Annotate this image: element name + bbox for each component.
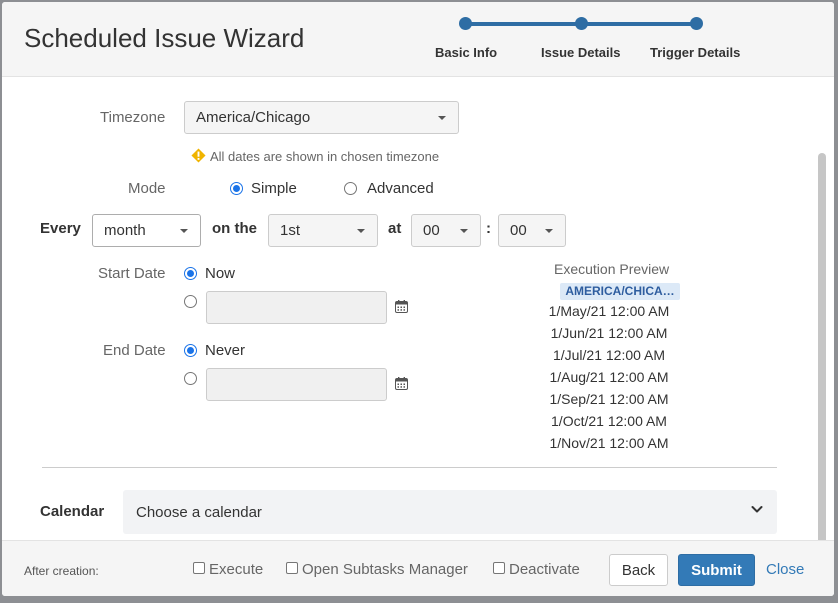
timezone-label: Timezone bbox=[100, 109, 166, 126]
preview-item: 1/Sep/21 12:00 AM bbox=[549, 391, 669, 407]
on-the-label: on the bbox=[212, 220, 257, 237]
chevron-down-icon bbox=[545, 228, 553, 233]
period-select[interactable]: month bbox=[92, 214, 201, 247]
preview-item: 1/May/21 12:00 AM bbox=[548, 303, 670, 319]
start-custom-radio[interactable] bbox=[184, 295, 197, 308]
end-never-label[interactable]: Never bbox=[205, 342, 245, 359]
calendar-icon[interactable] bbox=[395, 300, 408, 313]
day-value: 1st bbox=[280, 222, 301, 239]
preview-item: 1/Jul/21 12:00 AM bbox=[552, 347, 666, 363]
chevron-down-icon bbox=[751, 506, 763, 513]
timezone-select[interactable]: America/Chicago bbox=[184, 101, 459, 134]
preview-item: 1/Oct/21 12:00 AM bbox=[551, 413, 667, 429]
mode-simple-label[interactable]: Simple bbox=[251, 180, 297, 197]
chevron-down-icon bbox=[460, 228, 468, 233]
content-scrollbar[interactable] bbox=[818, 153, 826, 545]
wizard-step-dot-trigger-details[interactable] bbox=[690, 17, 703, 30]
mode-simple-radio[interactable] bbox=[230, 182, 243, 195]
hour-value: 00 bbox=[423, 222, 440, 239]
timezone-value: America/Chicago bbox=[196, 109, 311, 126]
wizard-step-dot-basic-info[interactable] bbox=[459, 17, 472, 30]
end-date-input[interactable] bbox=[206, 368, 387, 401]
wizard-step-trigger-details[interactable]: Trigger Details bbox=[650, 45, 740, 60]
deactivate-label[interactable]: Deactivate bbox=[509, 561, 580, 578]
end-never-radio[interactable] bbox=[184, 344, 197, 357]
chevron-down-icon bbox=[180, 228, 188, 233]
mode-advanced-radio[interactable] bbox=[344, 182, 357, 195]
timezone-note: All dates are shown in chosen timezone bbox=[210, 149, 440, 164]
every-label: Every bbox=[40, 220, 81, 237]
period-value: month bbox=[104, 222, 146, 239]
wizard-step-issue-details[interactable]: Issue Details bbox=[541, 45, 621, 60]
day-select[interactable]: 1st bbox=[268, 214, 378, 247]
open-subtasks-manager-checkbox[interactable] bbox=[286, 562, 298, 574]
start-now-label[interactable]: Now bbox=[205, 265, 235, 282]
section-divider bbox=[42, 467, 777, 468]
preview-item: 1/Jun/21 12:00 AM bbox=[550, 325, 668, 341]
preview-item: 1/Aug/21 12:00 AM bbox=[549, 369, 669, 385]
wizard-step-basic-info[interactable]: Basic Info bbox=[435, 45, 497, 60]
calendar-icon[interactable] bbox=[395, 377, 408, 390]
calendar-label: Calendar bbox=[40, 503, 105, 520]
calendar-select[interactable]: Choose a calendar bbox=[123, 490, 777, 534]
submit-button[interactable]: Submit bbox=[678, 554, 755, 586]
end-date-label: End Date bbox=[103, 342, 166, 359]
back-button[interactable]: Back bbox=[609, 554, 668, 586]
chevron-down-icon bbox=[357, 228, 365, 233]
time-colon: : bbox=[486, 220, 491, 237]
minute-value: 00 bbox=[510, 222, 527, 239]
end-custom-radio[interactable] bbox=[184, 372, 197, 385]
mode-label: Mode bbox=[128, 180, 166, 197]
mode-advanced-label[interactable]: Advanced bbox=[367, 180, 434, 197]
preview-timezone-badge: AMERICA/CHICA… bbox=[560, 283, 680, 300]
warning-icon bbox=[191, 148, 206, 163]
wizard-step-dot-issue-details[interactable] bbox=[575, 17, 588, 30]
execute-checkbox[interactable] bbox=[193, 562, 205, 574]
open-subtasks-manager-label[interactable]: Open Subtasks Manager bbox=[302, 561, 468, 578]
hour-select[interactable]: 00 bbox=[411, 214, 481, 247]
at-label: at bbox=[388, 220, 402, 237]
dialog-header: Scheduled Issue Wizard Basic Info Issue … bbox=[2, 2, 834, 77]
start-date-input[interactable] bbox=[206, 291, 387, 324]
execute-label[interactable]: Execute bbox=[209, 561, 263, 578]
execution-preview-title: Execution Preview bbox=[554, 261, 670, 277]
dialog-title: Scheduled Issue Wizard bbox=[24, 23, 305, 53]
dialog-footer: After creation: Execute Open Subtasks Ma… bbox=[2, 540, 834, 596]
minute-select[interactable]: 00 bbox=[498, 214, 566, 247]
after-creation-label: After creation: bbox=[24, 564, 99, 578]
calendar-placeholder: Choose a calendar bbox=[136, 503, 262, 521]
scheduled-issue-dialog: Scheduled Issue Wizard Basic Info Issue … bbox=[2, 2, 834, 596]
close-link[interactable]: Close bbox=[766, 561, 804, 578]
start-date-label: Start Date bbox=[98, 265, 166, 282]
deactivate-checkbox[interactable] bbox=[493, 562, 505, 574]
preview-item: 1/Nov/21 12:00 AM bbox=[549, 435, 669, 451]
start-now-radio[interactable] bbox=[184, 267, 197, 280]
chevron-down-icon bbox=[438, 115, 446, 120]
